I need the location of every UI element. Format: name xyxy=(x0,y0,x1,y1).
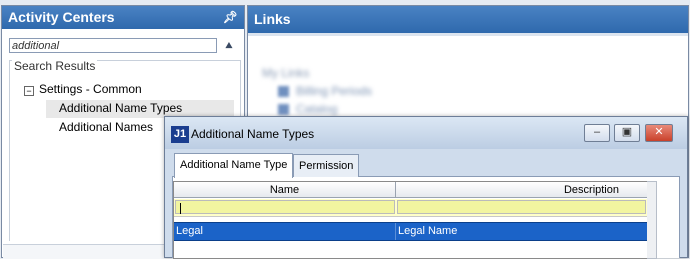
link-icon xyxy=(278,86,289,97)
my-links-label: My Links xyxy=(262,66,310,80)
search-input[interactable] xyxy=(9,38,217,53)
filter-row xyxy=(174,199,648,217)
minimize-icon[interactable]: – xyxy=(584,124,610,142)
dialog-titlebar[interactable]: J1 Additional Name Types – ▣ ✕ xyxy=(165,117,687,149)
collapse-up-icon[interactable]: ⯅ xyxy=(221,37,237,55)
tree-item-additional-names[interactable]: Additional Names xyxy=(59,120,153,134)
collapse-tree-icon[interactable]: − xyxy=(24,86,34,96)
search-results-title: Search Results xyxy=(12,59,98,73)
cell-description[interactable]: Legal Name xyxy=(396,223,648,240)
tab-permission[interactable]: Permission xyxy=(293,154,360,177)
column-header-name[interactable]: Name xyxy=(174,182,396,198)
activity-centers-header: Activity Centers 📌︎ xyxy=(2,6,244,29)
link-billing-periods[interactable]: Billing Periods xyxy=(296,84,372,98)
close-icon[interactable]: ✕ xyxy=(645,124,673,142)
dialog-title: Additional Name Types xyxy=(191,127,315,141)
link-catalog[interactable]: Catalog xyxy=(296,102,337,116)
links-header: Links xyxy=(248,6,688,33)
filter-name-input[interactable] xyxy=(175,200,395,214)
pin-icon[interactable]: 📌︎ xyxy=(223,6,238,29)
tab-additional-name-type[interactable]: Additional Name Type xyxy=(174,153,294,178)
link-icon xyxy=(278,104,289,115)
name-types-grid: Name Description Legal Legal Name xyxy=(173,181,649,259)
cell-name[interactable]: Legal xyxy=(174,223,396,240)
additional-name-types-dialog: J1 Additional Name Types – ▣ ✕ Additiona… xyxy=(164,116,688,259)
search-row xyxy=(9,38,219,54)
column-header-description[interactable]: Description xyxy=(396,182,648,198)
filter-description-input[interactable] xyxy=(397,200,646,214)
tree-item-additional-name-types[interactable]: Additional Name Types xyxy=(59,101,182,115)
j1-app-icon: J1 xyxy=(171,126,189,143)
links-header-divider xyxy=(248,33,688,36)
text-cursor xyxy=(180,203,181,214)
table-row[interactable]: Legal Legal Name xyxy=(174,222,648,241)
restore-icon[interactable]: ▣ xyxy=(614,124,640,142)
grid-scrollbar[interactable] xyxy=(647,181,657,259)
activity-centers-title: Activity Centers xyxy=(8,9,115,25)
tree-group-settings-common[interactable]: Settings - Common xyxy=(39,82,142,96)
links-title: Links xyxy=(254,11,291,27)
